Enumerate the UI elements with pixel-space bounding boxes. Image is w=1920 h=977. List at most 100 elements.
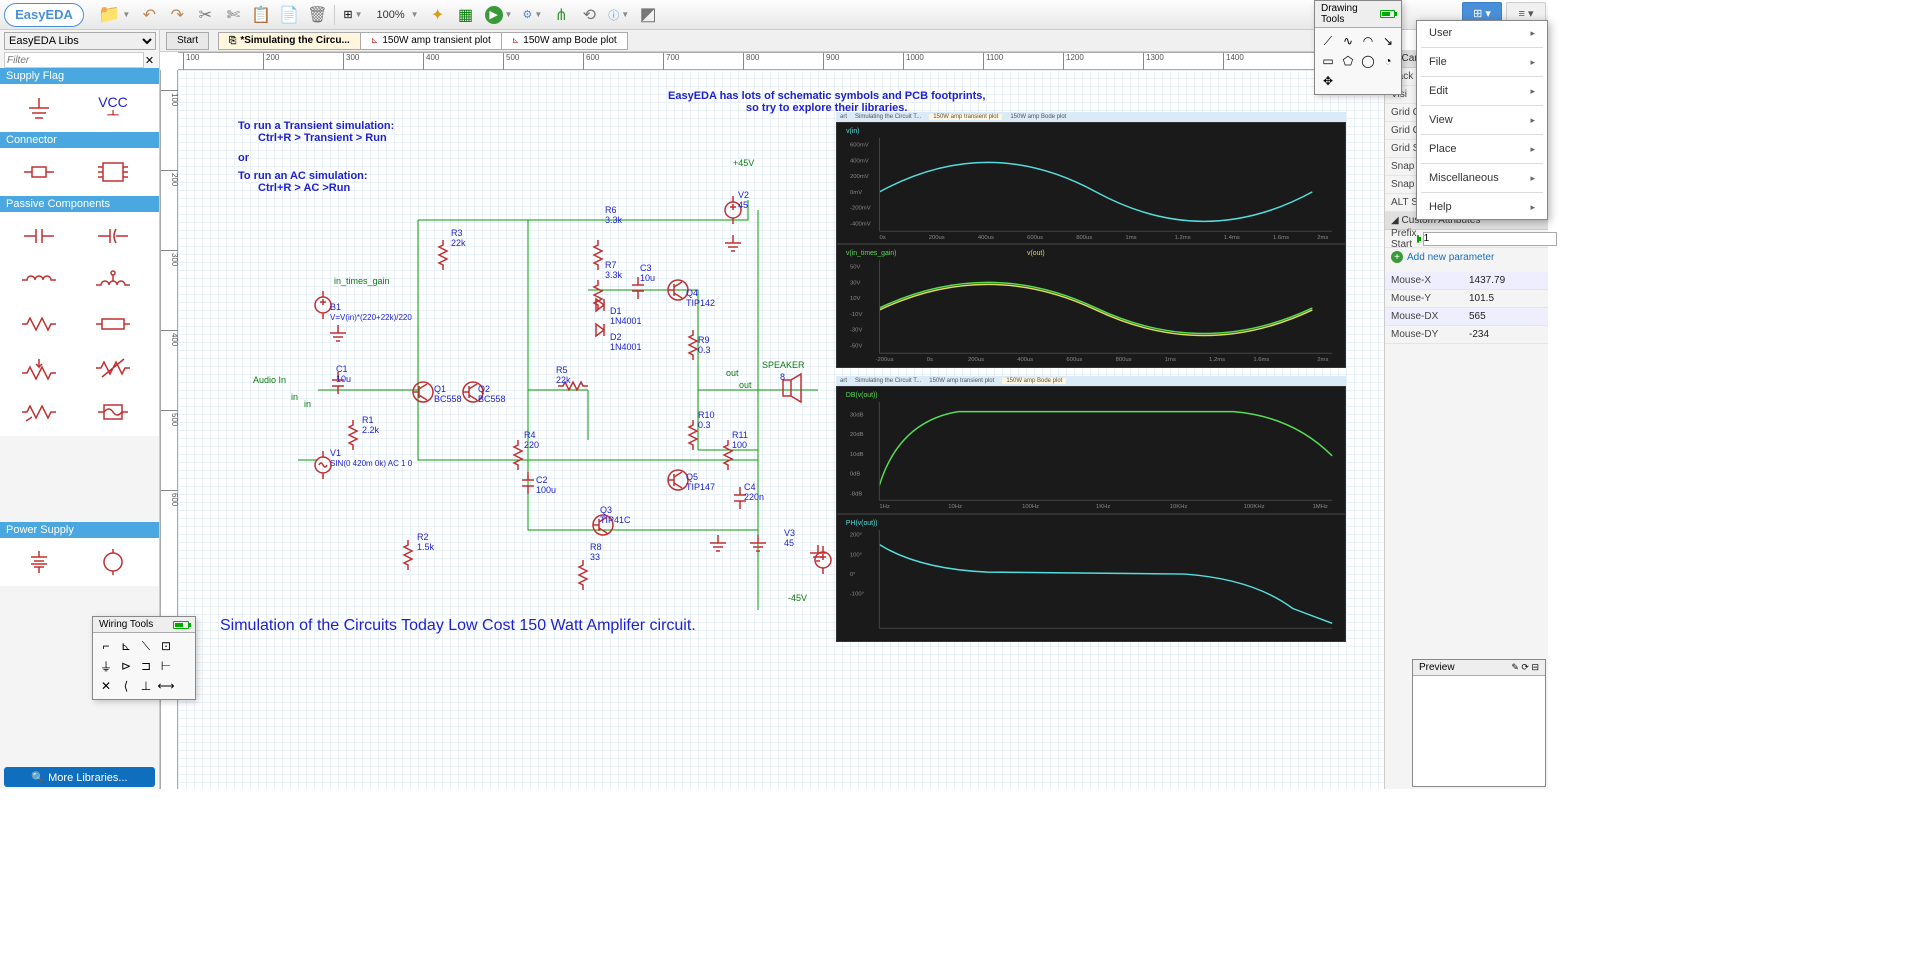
fuse-symbol[interactable] (78, 392, 148, 432)
tab-simulating[interactable]: ⎘*Simulating the Circu... (218, 32, 361, 50)
resistor-box-symbol[interactable] (78, 304, 148, 344)
dimension-tool[interactable]: ⟷ (157, 677, 175, 695)
bus-tool[interactable]: ⊾ (117, 637, 135, 655)
tab-transient[interactable]: ⊾150W amp transient plot (360, 32, 502, 50)
plot-transient-bottom: v(in_times_gain) v(out) 50V30V 10V-10V -… (836, 244, 1346, 368)
settings-button[interactable]: ⚙▼ (518, 2, 546, 28)
library-select[interactable]: EasyEDA Libs (4, 32, 156, 50)
section-supply-flag[interactable]: Supply Flag (0, 68, 159, 84)
info-button[interactable]: ⓘ▼ (604, 2, 633, 28)
rect-tool[interactable]: ▭ (1319, 52, 1337, 70)
undo-button[interactable]: ↶ (136, 2, 162, 28)
history-button[interactable]: ⟲ (576, 2, 602, 28)
redo-button[interactable]: ↷ (164, 2, 190, 28)
delete-button[interactable]: 🗑 (304, 2, 330, 28)
arrow-tool[interactable]: ↘ (1379, 32, 1397, 50)
run-button[interactable]: ▶▼ (481, 2, 517, 28)
drawing-tools-palette[interactable]: Drawing Tools ⟋ ∿ ◠ ↘ ▭ ⬠ ◯ ◔ ✥ (1314, 0, 1402, 95)
menu-place[interactable]: Place▸ (1417, 137, 1547, 161)
svg-text:-8dB: -8dB (850, 491, 863, 497)
file-menu-button[interactable]: 📁▼ (94, 2, 134, 28)
battery-symbol[interactable] (4, 542, 74, 582)
logo[interactable]: EasyEDA (4, 3, 84, 27)
svg-text:1Hz: 1Hz (879, 504, 890, 510)
netlabel-tool[interactable]: ⟍ (137, 637, 155, 655)
inductor-symbol[interactable] (4, 260, 74, 300)
menu-help[interactable]: Help▸ (1417, 195, 1547, 219)
battery-icon (173, 621, 189, 629)
cut-button[interactable]: ✂ (192, 2, 218, 28)
wand-button[interactable]: ✦ (425, 2, 451, 28)
noconnect-tool[interactable]: ⊳ (117, 657, 135, 675)
section-power-supply[interactable]: Power Supply (0, 522, 159, 538)
svg-text:200us: 200us (929, 235, 945, 241)
capacitor-pol-symbol[interactable] (78, 216, 148, 256)
ellipse-tool[interactable]: ◯ (1359, 52, 1377, 70)
preview-panel[interactable]: Preview✎ ⟳ ⊟ (1412, 659, 1546, 787)
connector-2pin[interactable] (4, 152, 74, 192)
svg-text:-50V: -50V (850, 343, 863, 349)
v1-label: V1SIN(0 420m 0k) AC 1 0 (330, 448, 412, 468)
menu-miscellaneous[interactable]: Miscellaneous▸ (1417, 166, 1547, 190)
polygon-tool[interactable]: ⬠ (1339, 52, 1357, 70)
section-passive[interactable]: Passive Components (0, 196, 159, 212)
polyline-tool[interactable]: ∿ (1339, 32, 1357, 50)
battery-icon (1380, 10, 1395, 18)
filter-clear-button[interactable]: ✕ (144, 53, 155, 67)
thermistor-symbol[interactable] (4, 392, 74, 432)
preview-tools[interactable]: ✎ ⟳ ⊟ (1511, 662, 1539, 673)
wire-tool[interactable]: ⌐ (97, 637, 115, 655)
plot-transient-top: v(in) 600mV400mV 200mV0mV -200mV-400mV 0… (836, 122, 1346, 244)
inductor-tap-symbol[interactable] (78, 260, 148, 300)
svg-text:-100°: -100° (850, 592, 864, 598)
connector-header[interactable] (78, 152, 148, 192)
pin-tool[interactable]: ⟨ (117, 677, 135, 695)
plot-bode-mag: DB(v(out)) 30dB20dB 10dB0dB -8dB 1Hz10Hz… (836, 386, 1346, 514)
prefix-start-input[interactable] (1423, 232, 1557, 246)
align-button[interactable]: ⊞▼ (339, 2, 366, 28)
tab-bode[interactable]: ⊾150W amp Bode plot (501, 32, 628, 50)
plot-bode-phase: PH(v(out)) 200°100° 0°-100° (836, 514, 1346, 642)
vcc-symbol[interactable]: VCC (78, 88, 148, 128)
netflag-tool[interactable]: ⊡ (157, 637, 175, 655)
source-symbol[interactable] (78, 542, 148, 582)
contrast-button[interactable]: ◩ (635, 2, 661, 28)
section-connector[interactable]: Connector (0, 132, 159, 148)
filter-input[interactable] (4, 52, 144, 68)
svg-text:0s: 0s (927, 357, 933, 363)
pie-tool[interactable]: ◔ (1379, 52, 1397, 70)
q1-label: Q1BC558 (434, 384, 462, 404)
ground-tool[interactable]: ⊥ (137, 677, 155, 695)
potentiometer-symbol[interactable] (4, 348, 74, 388)
junction-tool[interactable]: ✕ (97, 677, 115, 695)
menu-user[interactable]: User▸ (1417, 21, 1547, 45)
copy-button[interactable]: ✄ (220, 2, 246, 28)
resistor-zigzag-symbol[interactable] (4, 304, 74, 344)
simulation-title: Simulation of the Circuits Today Low Cos… (220, 617, 696, 635)
svg-text:400us: 400us (978, 235, 994, 241)
arc-tool[interactable]: ◠ (1359, 32, 1377, 50)
svg-text:1ms: 1ms (1165, 357, 1176, 363)
menu-file[interactable]: File▸ (1417, 50, 1547, 74)
clipboard-button-2[interactable]: 📄 (276, 2, 302, 28)
add-parameter-button[interactable]: +Add new parameter (1385, 248, 1548, 266)
share-button[interactable]: ⋔ (548, 2, 574, 28)
tab-start[interactable]: Start (166, 32, 209, 50)
capacitor-symbol[interactable] (4, 216, 74, 256)
pcb-button[interactable]: ▦ (453, 2, 479, 28)
svg-text:2ms: 2ms (1317, 235, 1328, 241)
ground-symbol[interactable] (4, 88, 74, 128)
canvas[interactable]: EasyEDA has lots of schematic symbols an… (178, 70, 1384, 789)
line-tool[interactable]: ⟋ (1319, 32, 1337, 50)
probe-tool[interactable]: ⊢ (157, 657, 175, 675)
power-tool[interactable]: ⏚ (97, 657, 115, 675)
menu-edit[interactable]: Edit▸ (1417, 79, 1547, 103)
more-libraries-button[interactable]: 🔍 More Libraries... (4, 767, 155, 787)
zoom-dropdown[interactable]: 100%▼ (368, 2, 422, 28)
varistor-symbol[interactable] (78, 348, 148, 388)
wiring-tools-palette[interactable]: Wiring Tools ⌐ ⊾ ⟍ ⊡ ⏚ ⊳ ⊐ ⊢ ✕ ⟨ ⊥ ⟷ (92, 616, 196, 700)
menu-view[interactable]: View▸ (1417, 108, 1547, 132)
paste-button[interactable]: 📋 (248, 2, 274, 28)
move-tool[interactable]: ✥ (1319, 72, 1337, 90)
port-tool[interactable]: ⊐ (137, 657, 155, 675)
